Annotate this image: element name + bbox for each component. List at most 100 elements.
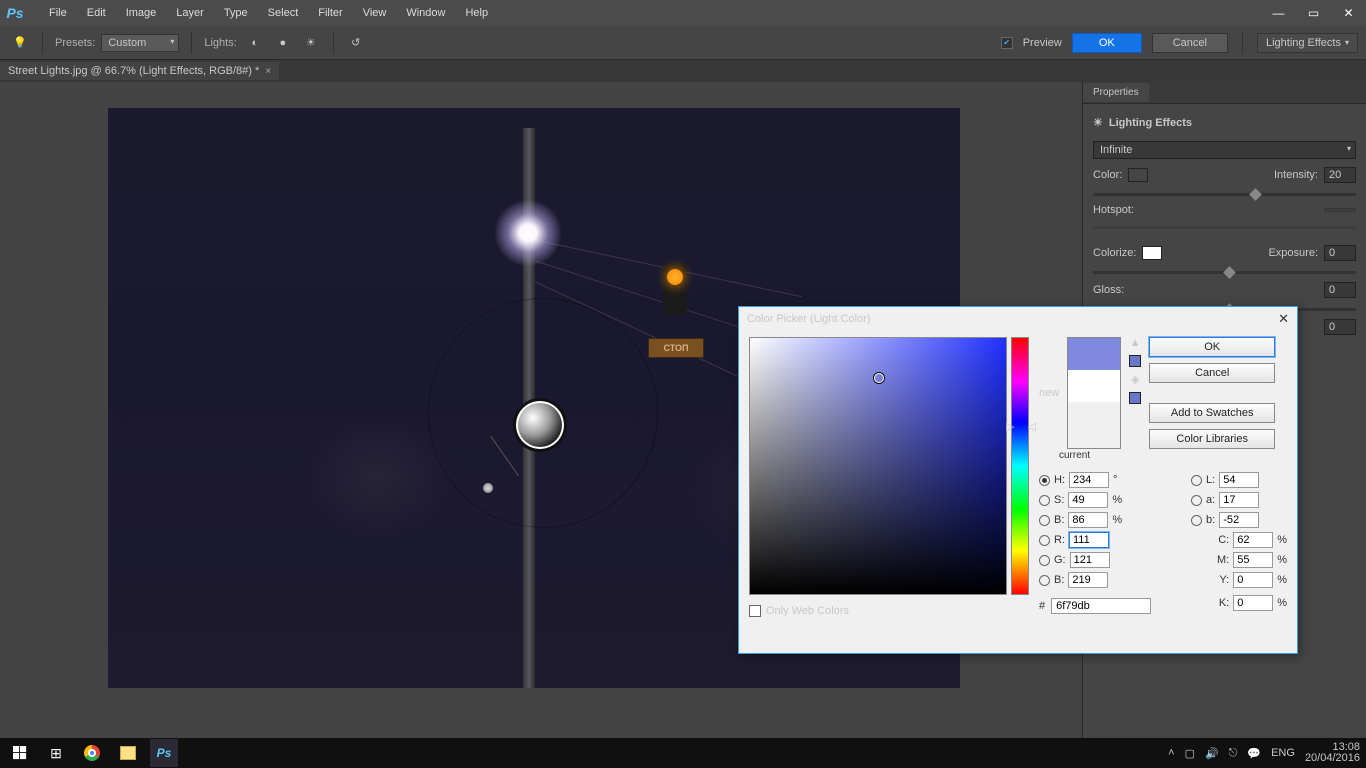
light-center-handle[interactable]	[513, 398, 567, 452]
gloss-input[interactable]	[1324, 282, 1356, 298]
cancel-button[interactable]: Cancel	[1152, 33, 1228, 53]
b-input[interactable]	[1219, 512, 1259, 528]
gloss-label: Gloss:	[1093, 284, 1124, 296]
app-logo: Ps	[0, 0, 30, 26]
explorer-icon[interactable]	[114, 739, 142, 767]
infinitelight-icon[interactable]: ☀	[301, 33, 321, 53]
bulb-icon: 💡	[10, 33, 30, 53]
tray-network-icon[interactable]: ⎋	[1229, 747, 1238, 760]
l-radio[interactable]	[1191, 475, 1202, 486]
street-light-glow	[488, 193, 568, 273]
m-input[interactable]	[1233, 552, 1273, 568]
h-input[interactable]	[1069, 472, 1109, 488]
effect-dropdown[interactable]: Lighting Effects▾	[1257, 33, 1358, 53]
b-radio[interactable]	[1191, 515, 1202, 526]
start-button[interactable]	[6, 739, 34, 767]
lights-label: Lights:	[204, 37, 236, 49]
intensity-input[interactable]	[1324, 167, 1356, 183]
spotlight-icon[interactable]: ◐	[245, 33, 265, 53]
reset-icon[interactable]: ↺	[346, 33, 366, 53]
options-bar: 💡 Presets: Custom Lights: ◐ ● ☀ ↺ ✔ Prev…	[0, 26, 1366, 60]
tray-clock[interactable]: 13:08 20/04/2016	[1305, 742, 1360, 764]
metallic-input[interactable]	[1324, 319, 1356, 335]
minimize-button[interactable]: —	[1261, 3, 1296, 23]
document-tab[interactable]: Street Lights.jpg @ 66.7% (Light Effects…	[0, 62, 279, 80]
a-radio[interactable]	[1191, 495, 1202, 506]
web-colors-checkbox[interactable]	[749, 605, 761, 617]
menu-type[interactable]: Type	[215, 3, 257, 11]
menu-window[interactable]: Window	[397, 3, 454, 11]
taskview-icon[interactable]: ⊞	[42, 739, 70, 767]
tray-battery-icon[interactable]: ▢	[1185, 747, 1195, 760]
menu-file[interactable]: File	[40, 3, 76, 11]
presets-label: Presets:	[55, 37, 95, 49]
bv-input[interactable]	[1068, 572, 1108, 588]
tray-volume-icon[interactable]: 🔊	[1205, 747, 1219, 760]
h-radio[interactable]	[1039, 475, 1050, 486]
menu-image[interactable]: Image	[117, 3, 166, 11]
light-direction-handle[interactable]	[483, 483, 493, 493]
menu-filter[interactable]: Filter	[309, 3, 351, 11]
document-tabs: Street Lights.jpg @ 66.7% (Light Effects…	[0, 60, 1366, 82]
properties-tab[interactable]: Properties	[1083, 83, 1149, 102]
bv-radio[interactable]	[1039, 575, 1050, 586]
intensity-slider[interactable]	[1093, 193, 1356, 196]
presets-dropdown[interactable]: Custom	[101, 34, 179, 52]
close-button[interactable]: ✕	[1331, 3, 1366, 23]
exposure-input[interactable]	[1324, 245, 1356, 261]
dialog-cancel-button[interactable]: Cancel	[1149, 363, 1275, 383]
new-label: new	[1039, 387, 1059, 399]
maximize-button[interactable]: ▭	[1296, 3, 1331, 23]
intensity-label: Intensity:	[1274, 169, 1318, 181]
hue-slider[interactable]: ▷◁	[1011, 337, 1029, 595]
hex-input[interactable]	[1051, 598, 1151, 614]
add-swatches-button[interactable]: Add to Swatches	[1149, 403, 1275, 423]
preview-label: Preview	[1023, 37, 1062, 49]
a-input[interactable]	[1219, 492, 1259, 508]
chrome-icon[interactable]	[78, 739, 106, 767]
r-input[interactable]	[1069, 532, 1109, 548]
color-libraries-button[interactable]: Color Libraries	[1149, 429, 1275, 449]
g-input[interactable]	[1070, 552, 1110, 568]
color-swatch[interactable]	[1128, 168, 1148, 182]
s-radio[interactable]	[1039, 495, 1050, 506]
color-field[interactable]	[749, 337, 1007, 595]
color-selector-ring[interactable]	[874, 373, 884, 383]
title-bar: Ps File Edit Image Layer Type Select Fil…	[0, 0, 1366, 26]
g-radio[interactable]	[1039, 555, 1050, 566]
menu-help[interactable]: Help	[456, 3, 497, 11]
colorize-swatch[interactable]	[1142, 246, 1162, 260]
y-input[interactable]	[1233, 572, 1273, 588]
photoshop-taskbar-icon[interactable]: Ps	[150, 739, 178, 767]
websafe-swatch[interactable]	[1129, 392, 1141, 404]
menu-select[interactable]: Select	[259, 3, 308, 11]
menu-layer[interactable]: Layer	[167, 3, 213, 11]
preview-checkbox[interactable]: ✔	[1001, 37, 1013, 49]
l-input[interactable]	[1219, 472, 1259, 488]
gamut-swatch[interactable]	[1129, 355, 1141, 367]
menu-view[interactable]: View	[354, 3, 396, 11]
close-tab-icon[interactable]: ×	[265, 66, 271, 77]
menu-edit[interactable]: Edit	[78, 3, 115, 11]
dialog-close-icon[interactable]: ✕	[1278, 311, 1289, 327]
s-input[interactable]	[1068, 492, 1108, 508]
r-radio[interactable]	[1039, 535, 1050, 546]
bh-input[interactable]	[1068, 512, 1108, 528]
pointlight-icon[interactable]: ●	[273, 33, 293, 53]
hotspot-input	[1324, 208, 1356, 212]
cube-icon[interactable]: ◈	[1131, 373, 1139, 386]
color-compare[interactable]	[1067, 337, 1121, 449]
exposure-slider[interactable]	[1093, 271, 1356, 274]
current-label: current	[1059, 450, 1287, 461]
tray-chevron-icon[interactable]: ˄	[1168, 747, 1174, 759]
tray-action-icon[interactable]: 💬	[1247, 747, 1261, 760]
dialog-ok-button[interactable]: OK	[1149, 337, 1275, 357]
k-input[interactable]	[1233, 595, 1273, 611]
c-input[interactable]	[1233, 532, 1273, 548]
gamut-warning-icon[interactable]: ▲	[1130, 337, 1141, 349]
ok-button[interactable]: OK	[1072, 33, 1142, 53]
bh-radio[interactable]	[1039, 515, 1050, 526]
color-picker-dialog: Color Picker (Light Color) ✕ ▷◁ Only Web…	[738, 306, 1298, 654]
tray-lang[interactable]: ENG	[1271, 747, 1295, 759]
light-type-dropdown[interactable]: Infinite	[1093, 141, 1356, 159]
